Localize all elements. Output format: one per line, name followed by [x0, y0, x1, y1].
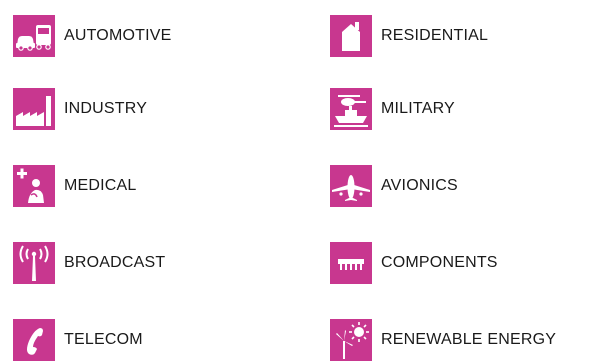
sector-avionics[interactable]: AVIONICS	[330, 165, 458, 207]
sector-grid: AUTOMOTIVE RESIDENTIAL INDUSTRY MILITARY…	[0, 0, 598, 363]
sector-label: MILITARY	[381, 100, 455, 117]
sector-label: RENEWABLE ENERGY	[381, 331, 557, 348]
sector-label: AVIONICS	[381, 177, 458, 194]
sector-label: AUTOMOTIVE	[64, 27, 172, 44]
airplane-icon	[330, 165, 372, 207]
sector-label: TELECOM	[64, 331, 143, 348]
sector-medical[interactable]: MEDICAL	[13, 165, 137, 207]
sector-military[interactable]: MILITARY	[330, 88, 455, 130]
sector-automotive[interactable]: AUTOMOTIVE	[13, 15, 172, 57]
antenna-icon	[13, 242, 55, 284]
sector-industry[interactable]: INDUSTRY	[13, 88, 147, 130]
car-truck-icon	[13, 15, 55, 57]
chip-icon	[330, 242, 372, 284]
house-icon	[330, 15, 372, 57]
medical-patient-icon	[13, 165, 55, 207]
sector-residential[interactable]: RESIDENTIAL	[330, 15, 488, 57]
factory-icon	[13, 88, 55, 130]
telephone-icon	[13, 319, 55, 361]
helicopter-ship-icon	[330, 88, 372, 130]
sector-label: COMPONENTS	[381, 254, 498, 271]
sector-label: MEDICAL	[64, 177, 137, 194]
sector-label: BROADCAST	[64, 254, 166, 271]
sector-broadcast[interactable]: BROADCAST	[13, 242, 165, 284]
wind-sun-icon	[330, 319, 372, 361]
sector-renewable-energy[interactable]: RENEWABLE ENERGY	[330, 319, 556, 361]
sector-telecom[interactable]: TELECOM	[13, 319, 143, 361]
sector-label: RESIDENTIAL	[381, 27, 489, 44]
sector-label: INDUSTRY	[64, 100, 148, 117]
sector-components[interactable]: COMPONENTS	[330, 242, 498, 284]
